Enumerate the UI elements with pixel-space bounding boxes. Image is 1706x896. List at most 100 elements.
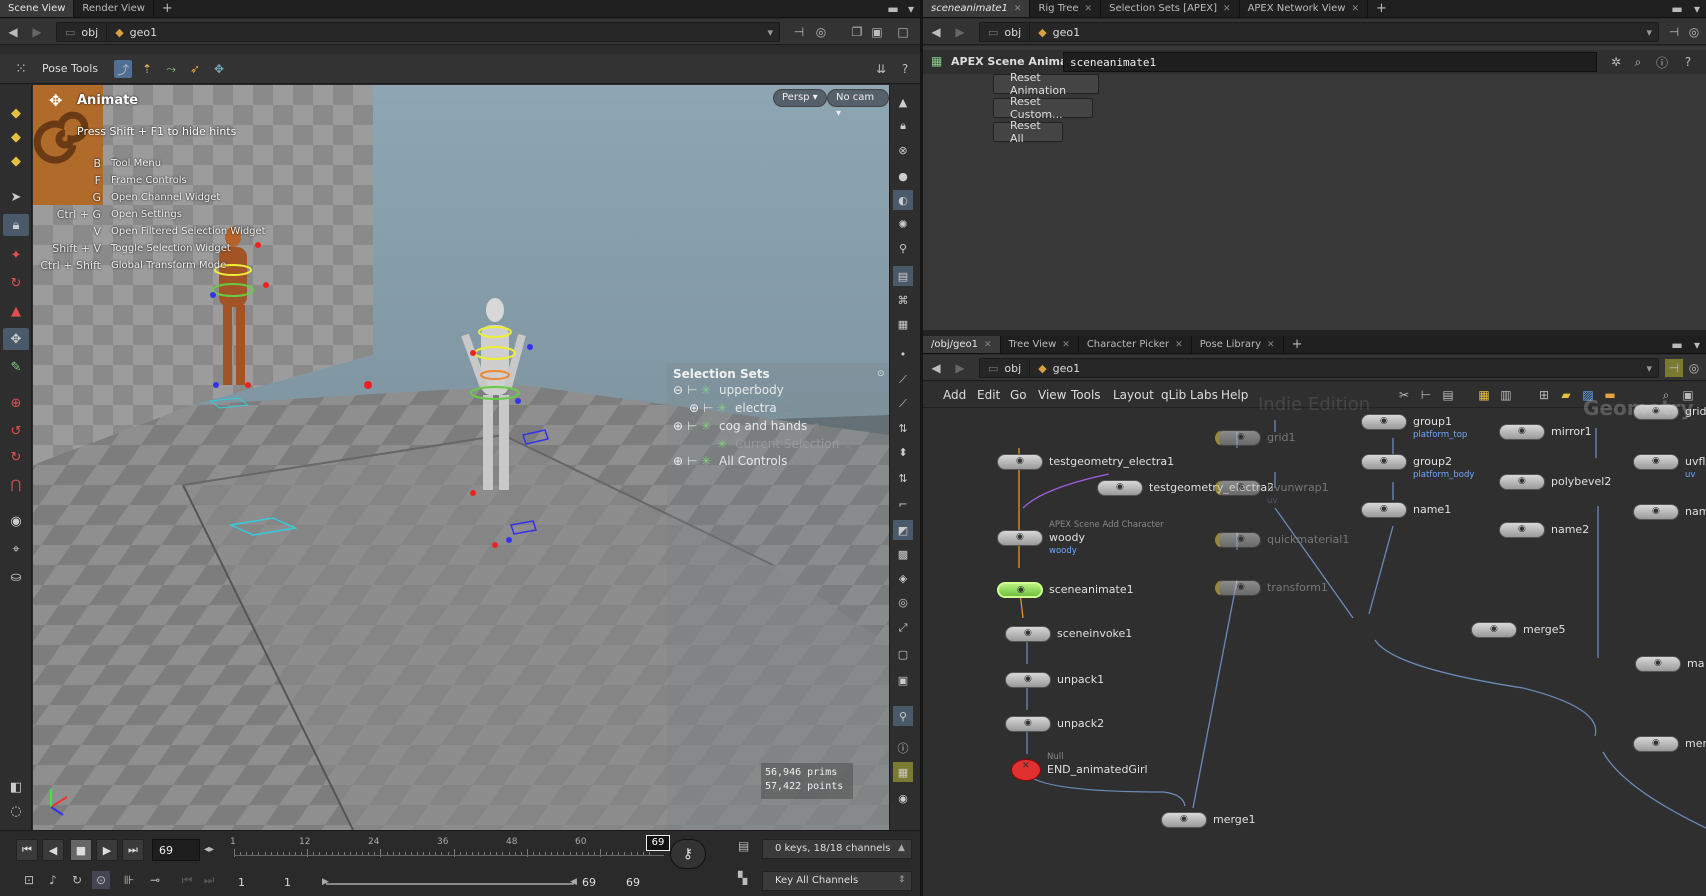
network-pane-menu-icon[interactable]: ▬: [1668, 336, 1686, 354]
node-ma[interactable]: ◉: [1635, 656, 1681, 672]
light-icon[interactable]: ✺: [893, 214, 913, 234]
shelf-bottom-2-icon[interactable]: ◌: [3, 800, 29, 822]
node-transform1[interactable]: ◉: [1215, 580, 1261, 596]
view-pin-icon[interactable]: ⚲: [893, 706, 913, 726]
node-unpack1[interactable]: ◉: [1005, 672, 1051, 688]
node-name-field[interactable]: sceneanimate1: [1063, 52, 1597, 72]
menu-go[interactable]: Go: [1010, 388, 1027, 402]
toolbar-settings-icon[interactable]: ⇊: [872, 60, 890, 78]
help-icon[interactable]: ?: [896, 60, 914, 78]
frame-marker[interactable]: 69: [646, 835, 670, 851]
end-frame[interactable]: 69: [626, 876, 640, 889]
link-icon[interactable]: ◎: [812, 23, 830, 41]
pose-tool-5-icon[interactable]: ✥: [210, 60, 228, 78]
tab-rig-tree[interactable]: Rig Tree ✕: [1030, 0, 1102, 17]
param-forward-icon[interactable]: ▶: [951, 23, 969, 41]
net-pin-icon[interactable]: ⊣: [1665, 359, 1683, 377]
info-icon[interactable]: ⓘ: [893, 738, 913, 758]
path-field[interactable]: ▭ obj ◆ geo1 ▾: [56, 22, 780, 42]
play-icon[interactable]: ▶: [96, 839, 118, 861]
shelf-bottom-1-icon[interactable]: ◧: [3, 776, 29, 798]
camera-menu-button[interactable]: Persp ▾: [773, 89, 827, 107]
step-back-icon[interactable]: ◀: [42, 839, 64, 861]
selection-set-row[interactable]: ⊕ ⊢ ✳ electra 32: [689, 401, 794, 415]
net-tab-2[interactable]: Character Picker ✕: [1079, 336, 1192, 353]
snap-2-icon[interactable]: ⟋: [893, 370, 913, 390]
pose-tool-3-icon[interactable]: ⤳: [162, 60, 180, 78]
reset-custom-button[interactable]: Reset Custom...: [993, 95, 1093, 121]
shelf-tool-2-icon[interactable]: ◆: [3, 126, 29, 148]
pose-tool-2-icon[interactable]: ⇡: [138, 60, 156, 78]
visibility-icon[interactable]: ⊢: [687, 383, 701, 397]
net-path-dropdown-icon[interactable]: ▾: [1646, 362, 1652, 375]
snap-6-icon[interactable]: ⇅: [893, 468, 913, 488]
path-root[interactable]: ▭ obj: [57, 23, 108, 41]
display-toggle-2-icon[interactable]: 🔒︎: [893, 116, 913, 136]
snap-4-icon[interactable]: ⇅: [893, 418, 913, 438]
rotate-tool-icon[interactable]: ↻: [3, 272, 29, 294]
shade-5-icon[interactable]: ⤢: [893, 618, 913, 638]
expand-icon[interactable]: ⊕: [673, 454, 687, 468]
view-tool-1-icon[interactable]: ◉: [3, 510, 29, 532]
node-merg[interactable]: ◉: [1633, 736, 1679, 752]
tab-render-view[interactable]: Render View: [74, 0, 154, 17]
node-grid1[interactable]: ◉: [1215, 430, 1261, 446]
current-frame-field[interactable]: 69: [152, 839, 200, 861]
reset-all-button[interactable]: Reset All: [993, 119, 1063, 145]
param-info-icon[interactable]: ⓘ: [1653, 53, 1671, 71]
path-dropdown-icon[interactable]: ▾: [767, 26, 773, 39]
eye-icon[interactable]: ◉: [893, 788, 913, 808]
step-key-icons[interactable]: ◂▸: [204, 839, 228, 861]
range-slider[interactable]: [326, 883, 574, 885]
node-sceneanimate1[interactable]: ◉: [997, 582, 1043, 598]
handle-tool-1-icon[interactable]: ⊕: [3, 392, 29, 414]
net-tool-tree-icon[interactable]: ⊢: [1417, 386, 1435, 404]
close-tab-icon[interactable]: ✕: [984, 336, 992, 354]
path-node[interactable]: ◆ geo1: [107, 23, 165, 41]
stop-icon[interactable]: ■: [70, 839, 92, 861]
node-merge5[interactable]: ◉: [1471, 622, 1517, 638]
shade-4-icon[interactable]: ◎: [893, 592, 913, 612]
param-search-icon[interactable]: ⌕: [1629, 53, 1647, 71]
right-pane-options-icon[interactable]: ▾: [1688, 0, 1706, 18]
network-pane-options-icon[interactable]: ▾: [1688, 336, 1706, 354]
node-name2[interactable]: ◉: [1499, 522, 1545, 538]
net-tool-table-icon[interactable]: ▥: [1497, 386, 1515, 404]
selection-set-row[interactable]: ⊖ ⊢ ✳ upperbody: [673, 383, 790, 397]
transform-tool-icon[interactable]: ✦: [3, 244, 29, 266]
range-icon[interactable]: ⊪: [120, 871, 138, 889]
node-polybevel2[interactable]: ◉: [1499, 474, 1545, 490]
close-tab-icon[interactable]: ✕: [1062, 336, 1070, 354]
add-tab-icon[interactable]: +: [154, 0, 181, 17]
key-all-channels-button[interactable]: Key All Channels: [762, 871, 912, 891]
menu-tools[interactable]: Tools: [1071, 388, 1101, 402]
close-tab-icon[interactable]: ✕: [1014, 0, 1022, 18]
key-icon[interactable]: ⚷: [670, 839, 706, 869]
tab-scene-view[interactable]: Scene View: [0, 0, 75, 17]
net-tab-3[interactable]: Pose Library ✕: [1192, 336, 1284, 353]
display-icon[interactable]: ▣: [868, 23, 886, 41]
menu-add[interactable]: Add: [943, 388, 966, 402]
maximize-icon[interactable]: □: [894, 23, 912, 41]
add-network-tab-icon[interactable]: +: [1284, 336, 1311, 353]
handle-tool-3-icon[interactable]: ↻: [3, 446, 29, 468]
jump-start-icon[interactable]: ⏮: [16, 839, 38, 861]
display-toggle-1-icon[interactable]: ▲: [893, 92, 913, 112]
menu-view[interactable]: View: [1038, 388, 1066, 402]
net-back-icon[interactable]: ◀: [927, 359, 945, 377]
close-tab-icon[interactable]: ✕: [1351, 0, 1359, 18]
selection-set-row[interactable]: ✳ Current Selection 0: [689, 437, 851, 451]
range-end-icon[interactable]: ⏭: [200, 871, 218, 889]
param-path-field[interactable]: ▭ obj ◆ geo1 ▾: [979, 22, 1659, 42]
node-group1[interactable]: ◉: [1361, 414, 1407, 430]
scale-tool-icon[interactable]: ▲: [3, 300, 29, 322]
net-forward-icon[interactable]: ▶: [951, 359, 969, 377]
snap-1-icon[interactable]: •: [893, 344, 913, 364]
back-arrow-icon[interactable]: ◀: [4, 23, 22, 41]
display-toggle-3-icon[interactable]: ⊗: [893, 140, 913, 160]
param-gear-icon[interactable]: ✲: [1607, 53, 1625, 71]
scope-icon[interactable]: ⊸: [146, 871, 164, 889]
node-quickmaterial1[interactable]: ◉: [1215, 532, 1261, 548]
handle-tool-2-icon[interactable]: ↺: [3, 420, 29, 442]
net-path-field[interactable]: ▭ obj ◆ geo1 ▾: [979, 358, 1659, 378]
